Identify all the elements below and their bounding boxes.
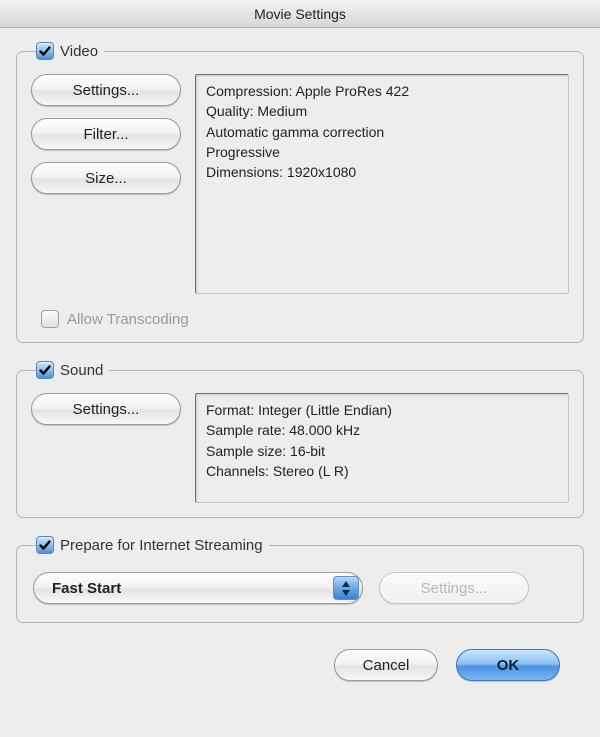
window-title: Movie Settings bbox=[254, 6, 346, 22]
dialog-footer: Cancel OK bbox=[16, 641, 584, 681]
allow-transcoding-checkbox[interactable] bbox=[41, 310, 59, 328]
sound-sample-rate: Sample rate: 48.000 kHz bbox=[206, 420, 558, 440]
sound-checkbox[interactable] bbox=[36, 361, 54, 379]
video-legend-label: Video bbox=[60, 43, 98, 60]
streaming-checkbox[interactable] bbox=[36, 536, 54, 554]
video-dimensions: Dimensions: 1920x1080 bbox=[206, 162, 558, 182]
dialog-content: Video Settings... Filter... Size... Comp… bbox=[0, 28, 600, 681]
video-gamma: Automatic gamma correction bbox=[206, 122, 558, 142]
streaming-mode-popup[interactable]: Fast Start bbox=[33, 572, 363, 604]
video-legend: Video bbox=[36, 42, 104, 60]
streaming-group: Prepare for Internet Streaming Fast Star… bbox=[16, 536, 584, 623]
allow-transcoding-label: Allow Transcoding bbox=[67, 311, 189, 328]
video-scan: Progressive bbox=[206, 142, 558, 162]
popup-arrows-icon bbox=[333, 576, 359, 600]
ok-button[interactable]: OK bbox=[456, 649, 560, 681]
sound-info-box: Format: Integer (Little Endian) Sample r… bbox=[195, 393, 569, 503]
streaming-mode-value: Fast Start bbox=[52, 580, 121, 597]
sound-format: Format: Integer (Little Endian) bbox=[206, 400, 558, 420]
video-info-box: Compression: Apple ProRes 422 Quality: M… bbox=[195, 74, 569, 294]
video-compression: Compression: Apple ProRes 422 bbox=[206, 81, 558, 101]
streaming-legend: Prepare for Internet Streaming bbox=[36, 536, 269, 554]
video-checkbox[interactable] bbox=[36, 42, 54, 60]
video-size-button[interactable]: Size... bbox=[31, 162, 181, 194]
video-settings-button[interactable]: Settings... bbox=[31, 74, 181, 106]
window-titlebar: Movie Settings bbox=[0, 0, 600, 28]
video-filter-button[interactable]: Filter... bbox=[31, 118, 181, 150]
cancel-button[interactable]: Cancel bbox=[334, 649, 438, 681]
sound-legend: Sound bbox=[36, 361, 109, 379]
sound-group: Sound Settings... Format: Integer (Littl… bbox=[16, 361, 584, 518]
sound-sample-size: Sample size: 16-bit bbox=[206, 441, 558, 461]
streaming-settings-button: Settings... bbox=[379, 572, 529, 604]
video-group: Video Settings... Filter... Size... Comp… bbox=[16, 42, 584, 343]
sound-channels: Channels: Stereo (L R) bbox=[206, 461, 558, 481]
sound-settings-button[interactable]: Settings... bbox=[31, 393, 181, 425]
sound-legend-label: Sound bbox=[60, 362, 103, 379]
streaming-legend-label: Prepare for Internet Streaming bbox=[60, 537, 263, 554]
video-quality: Quality: Medium bbox=[206, 101, 558, 121]
